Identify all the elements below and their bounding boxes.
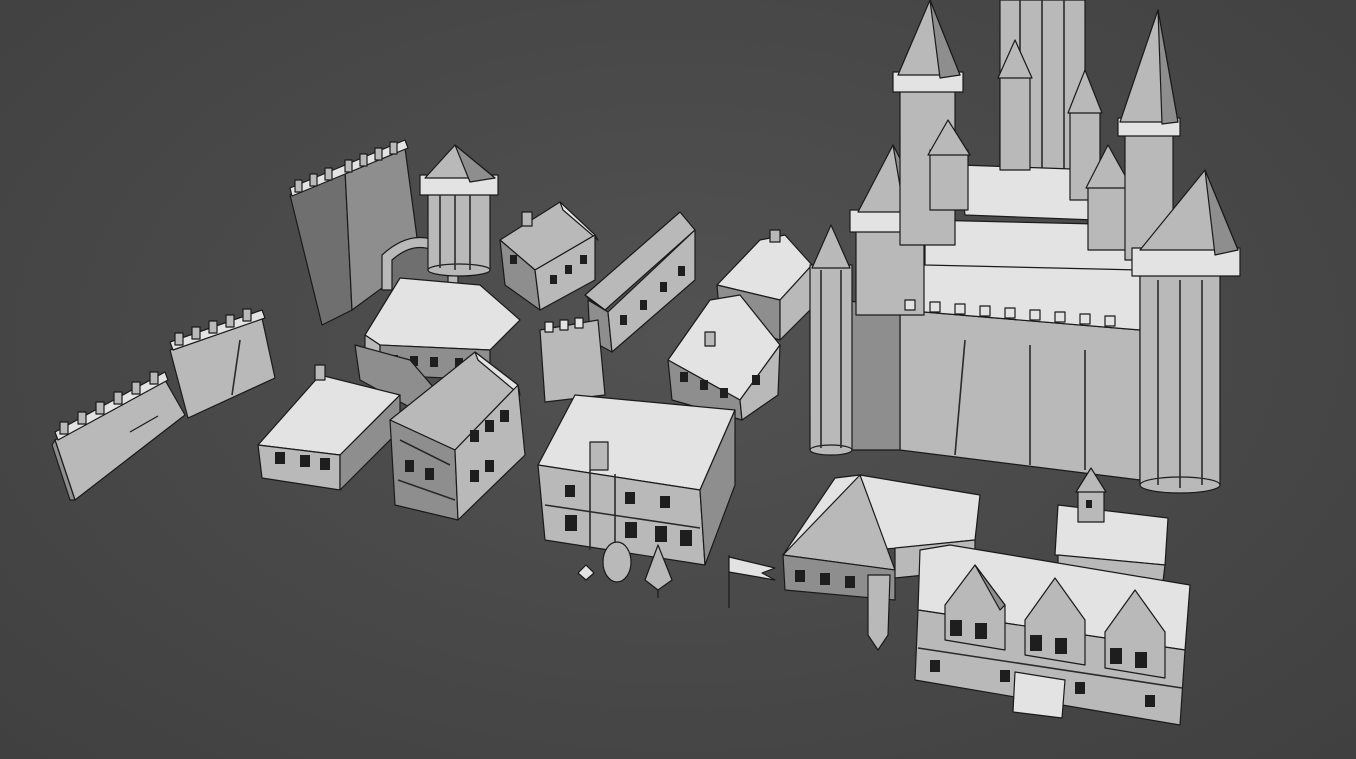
castle [809, 0, 1241, 494]
scene-render [51, 0, 1241, 726]
gatehouse-wall [539, 317, 606, 403]
3d-viewport[interactable] [0, 0, 1356, 759]
tudor-house [499, 201, 599, 311]
long-house [584, 211, 696, 353]
banner-flag [728, 555, 776, 608]
watch-tower [419, 144, 499, 277]
manor-house [537, 394, 736, 566]
castle-wall-segment [51, 371, 186, 501]
castle-wall-segment [169, 308, 276, 419]
